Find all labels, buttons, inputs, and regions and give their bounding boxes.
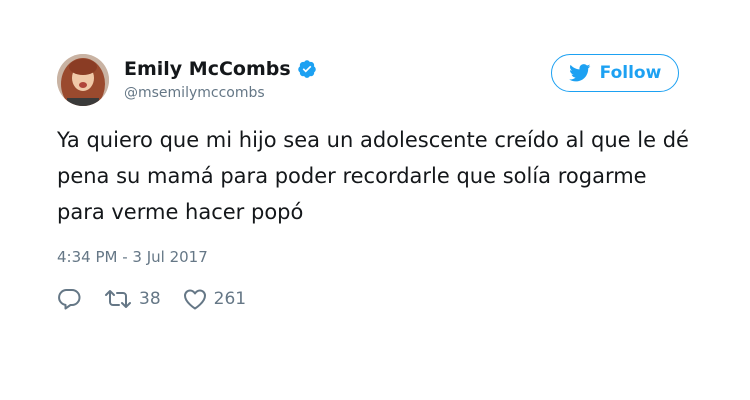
- avatar[interactable]: [57, 54, 109, 106]
- display-name[interactable]: Emily McCombs: [124, 58, 317, 80]
- follow-button[interactable]: Follow: [551, 54, 679, 92]
- heart-icon: [183, 288, 207, 310]
- tweet-card: Emily McCombs @msemilymccombs Follow Ya …: [0, 0, 750, 400]
- follow-button-label: Follow: [599, 63, 662, 83]
- retweet-icon: [104, 288, 132, 310]
- display-name-text[interactable]: Emily McCombs: [124, 58, 291, 80]
- reply-button[interactable]: [57, 288, 81, 310]
- action-bar: 38 261: [57, 286, 246, 312]
- verified-badge-icon: [297, 59, 317, 79]
- twitter-bird-icon: [568, 64, 591, 82]
- like-button[interactable]: 261: [183, 288, 246, 310]
- timestamp[interactable]: 4:34 PM - 3 Jul 2017: [57, 248, 208, 266]
- retweet-count: 38: [139, 289, 161, 309]
- tweet-text: Ya quiero que mi hijo sea un adolescente…: [57, 128, 689, 224]
- reply-icon: [57, 288, 81, 310]
- user-handle[interactable]: @msemilymccombs: [124, 85, 265, 101]
- retweet-button[interactable]: 38: [104, 288, 161, 310]
- like-count: 261: [213, 289, 247, 309]
